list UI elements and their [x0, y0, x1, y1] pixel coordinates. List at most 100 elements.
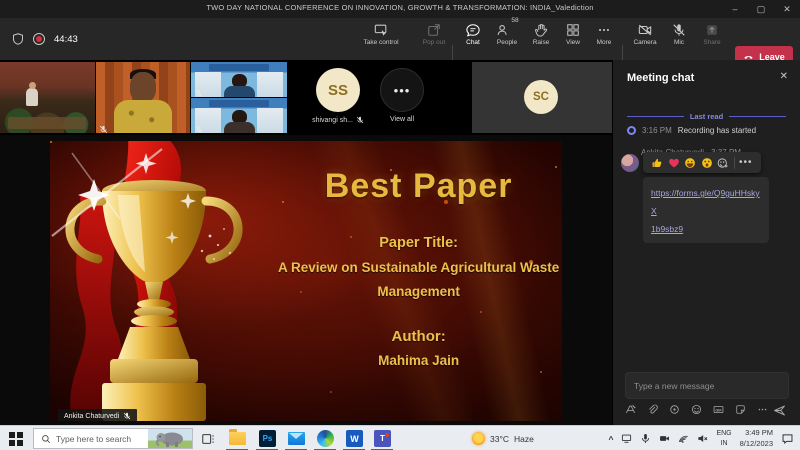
word-button[interactable]: W — [345, 429, 364, 448]
more-icon — [597, 23, 611, 37]
presenter-name-badge: Ankita Chaturvedi — [58, 409, 137, 421]
event-text: Recording has started — [678, 126, 756, 135]
taskbar-search[interactable] — [33, 428, 193, 449]
sender-avatar[interactable] — [621, 154, 639, 172]
laugh-emoji-icon[interactable] — [684, 157, 696, 169]
sticker-icon[interactable] — [735, 404, 746, 415]
recording-indicator-icon — [33, 33, 45, 45]
sun-icon — [472, 432, 485, 445]
raise-hand-icon — [534, 23, 548, 37]
compose-box[interactable] — [625, 372, 789, 399]
file-explorer-button[interactable] — [228, 429, 247, 448]
taskbar-clock[interactable]: 3:49 PM 8/12/2023 — [740, 428, 773, 449]
add-reaction-icon[interactable] — [717, 157, 729, 169]
video-thumbnail-conference-room[interactable] — [0, 62, 95, 133]
mic-off-icon — [194, 121, 203, 130]
microphone-tray-icon[interactable] — [640, 433, 651, 444]
author-name: Mahima Jain — [275, 353, 562, 368]
video-strip: SS shivangi sh... ••• View all SC — [0, 60, 612, 135]
event-time: 3:16 PM — [642, 126, 672, 135]
tray-date: 8/12/2023 — [740, 439, 773, 448]
task-view-icon — [201, 432, 215, 446]
author-label: Author: — [275, 328, 562, 345]
trophy-graphic — [50, 141, 272, 421]
chat-close-icon[interactable]: ✕ — [780, 71, 788, 82]
view-all-label: View all — [372, 116, 432, 123]
elephant-icon — [148, 429, 192, 448]
photoshop-button[interactable]: Ps — [258, 429, 277, 448]
edge-button[interactable] — [316, 429, 335, 448]
thumbs-up-icon[interactable] — [651, 157, 663, 169]
chat-message-bubble: https://forms.gle/Q9guHHskyX1b9sbz9 — [643, 177, 769, 243]
attach-icon[interactable] — [647, 404, 658, 415]
compose-more-icon[interactable] — [757, 404, 768, 415]
mic-off-icon — [123, 412, 131, 420]
action-center-icon[interactable] — [781, 432, 794, 445]
participant-tile-sc[interactable]: SC — [472, 62, 612, 133]
teams-icon: T — [374, 430, 391, 447]
message-input[interactable] — [626, 373, 788, 398]
presentation-stage: Best Paper Paper Title: A Review on Sust… — [0, 135, 612, 425]
video-thumbnail-speaker[interactable] — [96, 62, 190, 133]
paper-title-line1: A Review on Sustainable Agricultural Was… — [258, 260, 562, 275]
emoji-icon[interactable] — [691, 404, 702, 415]
share-button[interactable]: Share — [688, 23, 736, 57]
paper-title-label: Paper Title: — [275, 235, 562, 251]
weather-widget[interactable]: 33°C Haze — [472, 426, 534, 450]
format-icon[interactable] — [625, 404, 636, 415]
surprised-emoji-icon[interactable] — [701, 157, 713, 169]
view-all-button[interactable]: ••• — [380, 68, 424, 112]
word-icon: W — [346, 430, 363, 447]
meeting-timer: 44:43 — [54, 34, 78, 45]
paper-title-line2: Management — [275, 284, 562, 299]
mail-button[interactable] — [287, 429, 306, 448]
room-decoration — [8, 117, 86, 129]
teams-button[interactable]: T — [373, 429, 392, 448]
show-hidden-icons[interactable]: ^ — [608, 434, 613, 444]
pop-out-icon — [427, 23, 441, 37]
language-indicator[interactable]: ENG IN — [716, 429, 731, 448]
camera-tray-icon[interactable] — [659, 433, 670, 444]
chat-panel-title: Meeting chat — [627, 72, 694, 84]
view-grid-icon — [566, 23, 580, 37]
send-button[interactable] — [773, 404, 786, 422]
share-icon — [705, 23, 719, 37]
window-title: TWO DAY NATIONAL CONFERENCE ON INNOVATIO… — [0, 3, 800, 12]
svg-text:GIF: GIF — [715, 408, 722, 412]
close-icon[interactable]: ✕ — [774, 0, 800, 18]
compose-toolbar: GIF — [625, 404, 768, 415]
gif-icon[interactable]: GIF — [713, 404, 724, 415]
search-icon — [41, 434, 51, 444]
people-icon — [496, 23, 510, 37]
reaction-divider — [734, 157, 735, 169]
video-thumbnail-participant-1[interactable] — [191, 62, 287, 97]
temperature: 33°C — [490, 434, 509, 444]
participant-name-label: shivangi sh... — [296, 116, 380, 124]
minimize-icon[interactable]: – — [722, 0, 748, 18]
take-control-button[interactable]: Take control — [352, 23, 410, 57]
take-control-icon — [374, 23, 388, 37]
maximize-icon[interactable]: ▢ — [748, 0, 774, 18]
task-view-button[interactable] — [198, 429, 217, 448]
message-more-options-icon[interactable]: ••• — [739, 158, 753, 168]
photoshop-icon: Ps — [259, 430, 276, 447]
teams-meeting-window: TWO DAY NATIONAL CONFERENCE ON INNOVATIO… — [0, 0, 800, 450]
volume-muted-tray-icon[interactable] — [697, 433, 708, 444]
recording-event-icon — [627, 126, 636, 135]
message-link[interactable]: https://forms.gle/Q9guHHskyX1b9sbz9 — [651, 188, 760, 234]
network-tray-icon[interactable] — [678, 433, 689, 444]
search-highlight-image — [148, 429, 192, 448]
slide-text-block: Best Paper Paper Title: A Review on Sust… — [275, 141, 562, 421]
chat-icon — [466, 23, 480, 37]
video-thumbnail-participant-2[interactable] — [191, 98, 287, 133]
display-tray-icon[interactable] — [621, 433, 632, 444]
heart-icon[interactable] — [668, 157, 680, 169]
camera-off-icon — [638, 23, 652, 37]
start-button[interactable] — [9, 432, 23, 446]
search-input[interactable] — [56, 434, 142, 444]
reaction-picker: ••• — [643, 152, 761, 173]
shield-icon — [12, 33, 24, 45]
participant-avatar-ss[interactable]: SS — [316, 68, 360, 112]
loop-components-icon[interactable] — [669, 404, 680, 415]
shared-slide[interactable]: Best Paper Paper Title: A Review on Sust… — [50, 141, 562, 421]
